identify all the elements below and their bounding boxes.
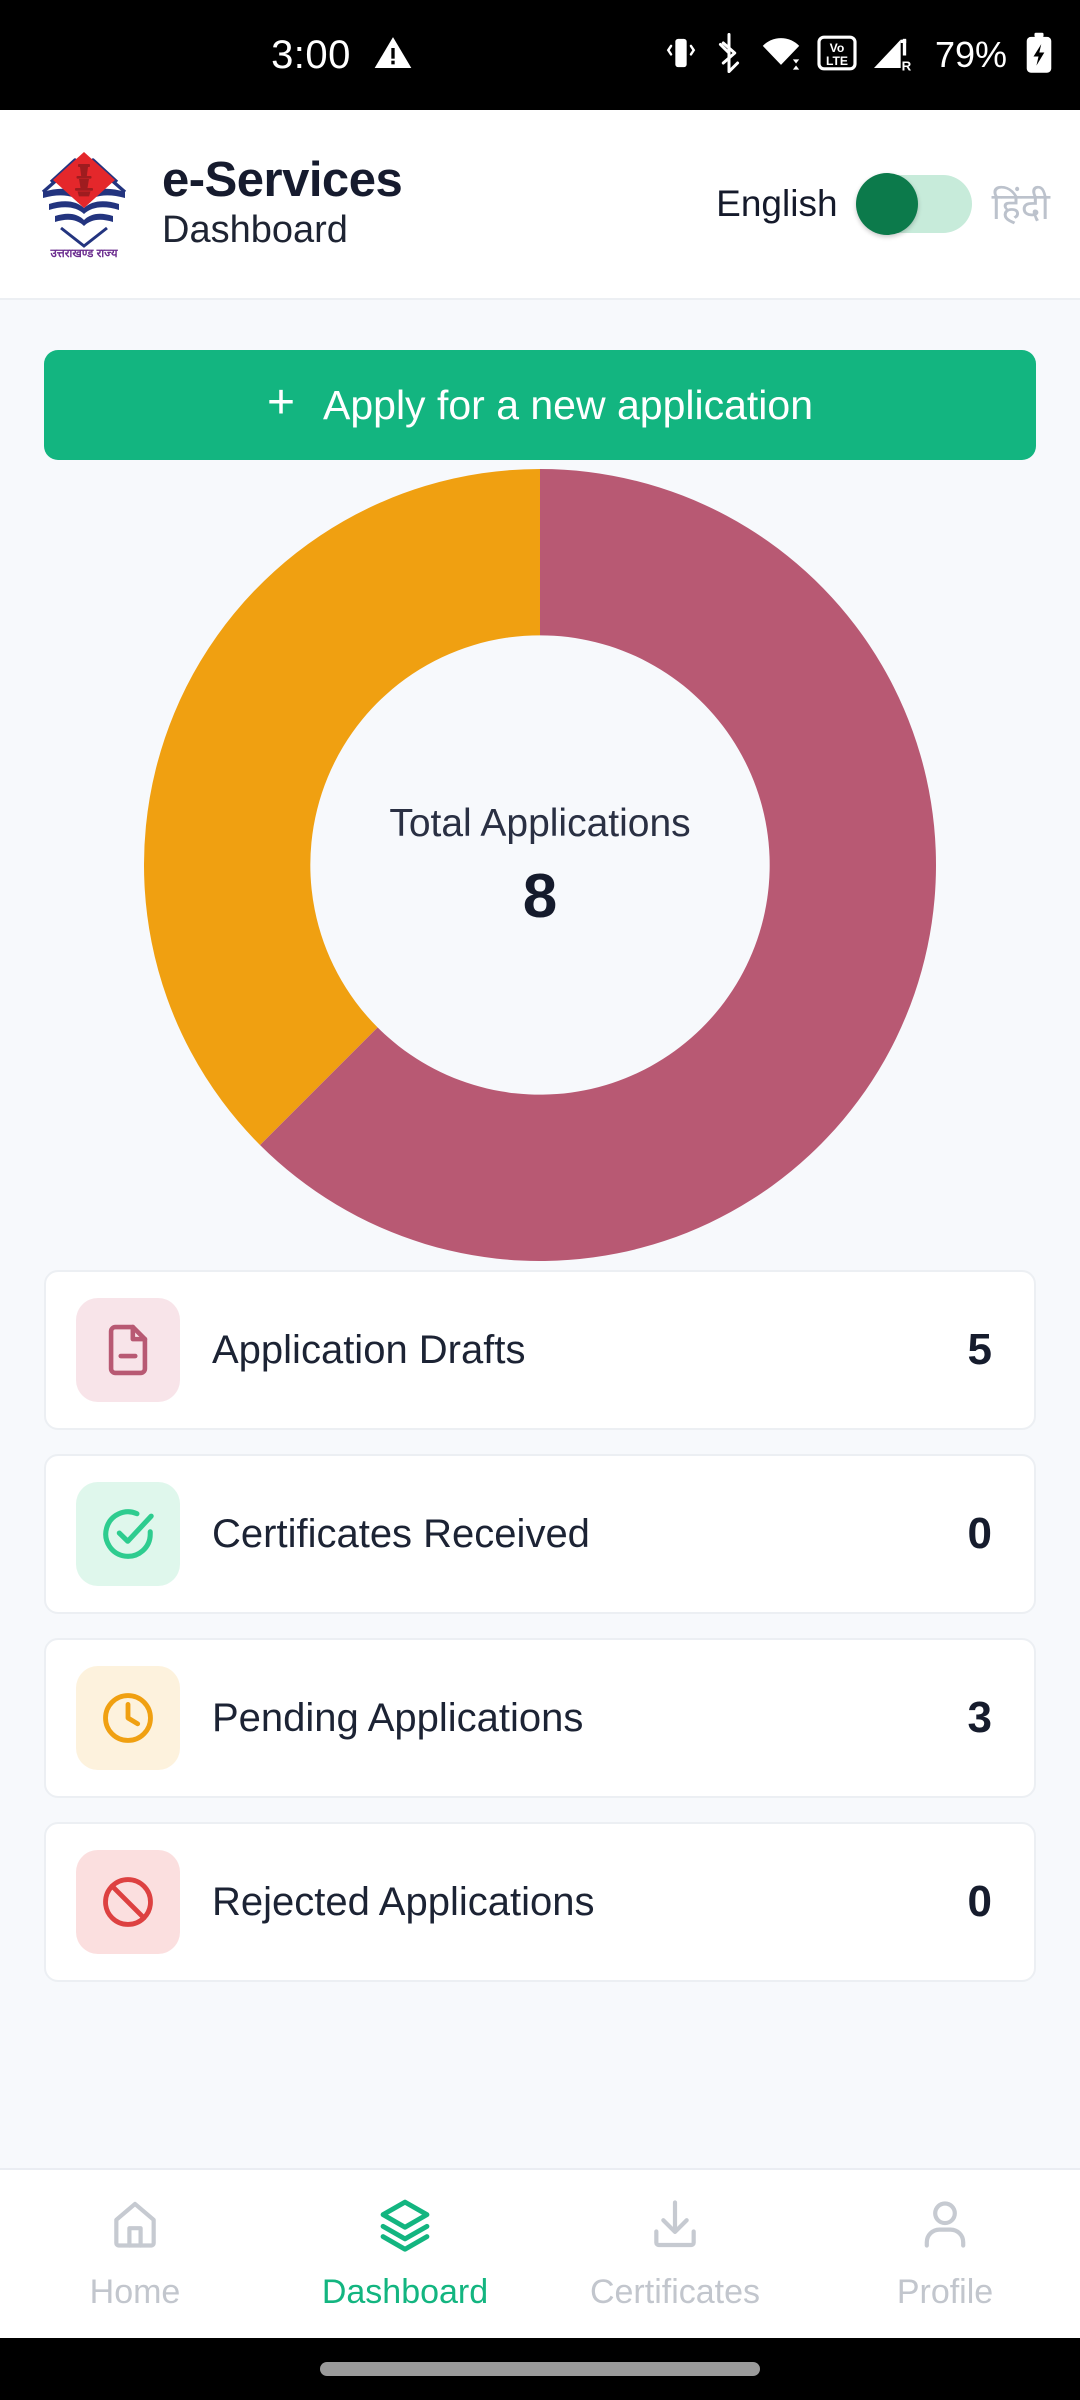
volte-icon: Vo LTE: [817, 33, 857, 78]
bottom-navigation: Home Dashboard Certificates Profile: [0, 2168, 1080, 2338]
dashboard-content: + Apply for a new application Total Appl…: [0, 300, 1080, 2168]
stat-label: Certificates Received: [212, 1511, 590, 1556]
person-icon: [917, 2196, 973, 2257]
document-minus-icon: [108, 1324, 148, 1376]
battery-percent-label: 79%: [934, 34, 1007, 75]
svg-text:LTE: LTE: [826, 54, 848, 68]
stat-card-application-drafts[interactable]: Application Drafts 5: [44, 1270, 1036, 1430]
apply-new-application-button[interactable]: + Apply for a new application: [44, 350, 1036, 460]
signal-bars-roaming-icon: R: [872, 33, 916, 78]
stat-label: Pending Applications: [212, 1695, 584, 1740]
vibrate-icon: [664, 34, 698, 77]
check-circle-icon-bg: [76, 1482, 180, 1586]
nav-label: Home: [89, 2273, 181, 2311]
stat-count: 0: [967, 1509, 992, 1558]
bluetooth-icon: [713, 32, 745, 78]
stat-card-certificates-received[interactable]: Certificates Received 0: [44, 1454, 1036, 1614]
nav-label: Dashboard: [321, 2273, 489, 2311]
page-title: Dashboard: [162, 208, 348, 251]
svg-text:R: R: [902, 58, 912, 73]
svg-text:उत्तराखण्ड राज्य: उत्तराखण्ड राज्य: [49, 248, 118, 260]
donut-svg: [144, 469, 936, 1261]
nav-item-profile[interactable]: Profile: [810, 2196, 1080, 2312]
nav-item-home[interactable]: Home: [0, 2196, 270, 2312]
status-bar-right: Vo LTE R 79%: [664, 32, 1054, 79]
clock-icon-bg: [76, 1666, 180, 1770]
nav-item-dashboard[interactable]: Dashboard: [270, 2196, 540, 2312]
status-clock: 3:00: [271, 32, 351, 77]
applications-donut-chart: Total Applications 8: [44, 460, 1036, 1270]
document-minus-icon-bg: [76, 1298, 180, 1402]
stat-label: Rejected Applications: [212, 1879, 595, 1924]
app-title: e-Services: [162, 153, 403, 208]
uttarakhand-state-emblem-icon: उत्तराखण्ड राज्य: [28, 148, 140, 260]
check-circle-icon: [103, 1509, 154, 1559]
apply-button-label: Apply for a new application: [323, 381, 814, 428]
language-switch-thumb: [855, 173, 918, 235]
gesture-bar-area: [0, 2338, 1080, 2400]
donut-slice: [144, 469, 541, 1146]
warning-triangle-icon: [373, 33, 413, 78]
stat-count: 5: [967, 1325, 992, 1374]
donut-slices: [144, 469, 936, 1261]
nav-label: Profile: [896, 2273, 994, 2311]
language-label-english: English: [716, 183, 838, 224]
language-toggle[interactable]: English हिंदी: [716, 173, 1050, 235]
donut-wrap: Total Applications 8: [144, 469, 936, 1261]
stat-count: 0: [967, 1877, 992, 1926]
status-bar: 3:00 Vo LTE R 79%: [0, 0, 1080, 110]
nav-item-certificates[interactable]: Certificates: [540, 2196, 810, 2312]
brand-text: e-Services Dashboard: [162, 153, 403, 252]
app-header: उत्तराखण्ड राज्य e-Services Dashboard En…: [0, 110, 1080, 300]
ban-icon-bg: [76, 1850, 180, 1954]
svg-text:Vo: Vo: [830, 41, 845, 55]
plus-icon: +: [266, 376, 295, 429]
stat-card-pending-applications[interactable]: Pending Applications 3: [44, 1638, 1036, 1798]
download-icon: [647, 2196, 703, 2257]
stat-label: Application Drafts: [212, 1327, 526, 1372]
wifi-icon: [760, 34, 802, 77]
stat-card-rejected-applications[interactable]: Rejected Applications 0: [44, 1822, 1036, 1982]
stat-count: 3: [967, 1693, 992, 1742]
brand: उत्तराखण्ड राज्य e-Services Dashboard: [28, 148, 716, 260]
nav-label: Certificates: [589, 2273, 761, 2311]
stat-card-list: Application Drafts 5 Certificates Receiv…: [44, 1270, 1036, 1982]
clock-icon: [103, 1693, 153, 1743]
ban-icon: [103, 1877, 153, 1927]
phone-screen: 3:00 Vo LTE R 79% उत्तराखण्ड राज्य e-Ser…: [0, 0, 1080, 2400]
battery-charging-icon: [1024, 32, 1054, 79]
language-switch[interactable]: [855, 173, 972, 235]
layers-icon: [377, 2196, 433, 2257]
home-icon: [107, 2196, 163, 2257]
language-label-hindi: हिंदी: [991, 185, 1050, 227]
gesture-pill[interactable]: [320, 2362, 760, 2376]
